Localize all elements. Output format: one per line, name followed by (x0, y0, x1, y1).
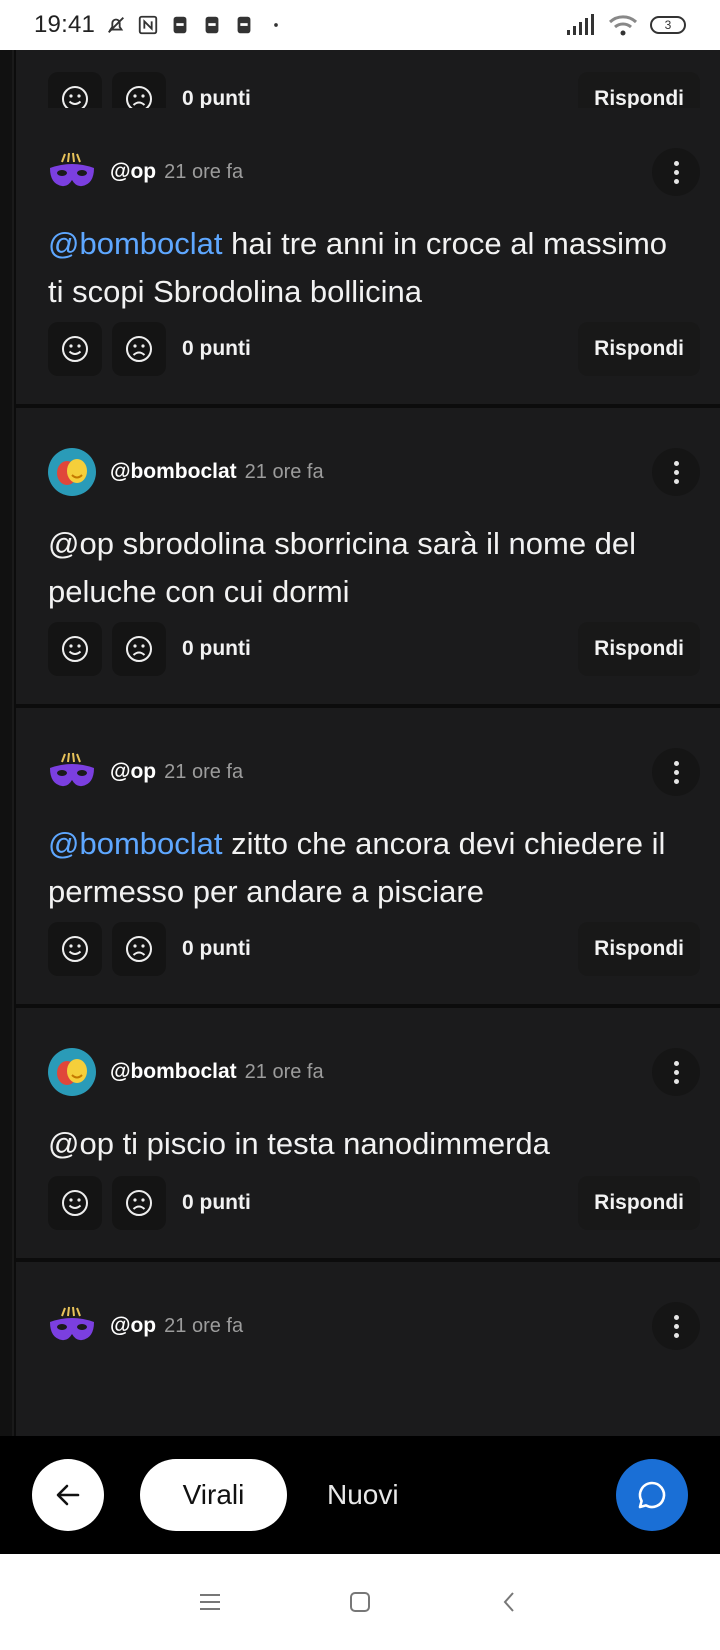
more-vert-icon (673, 1314, 679, 1320)
reply-button[interactable]: Rispondi (578, 922, 700, 976)
back-chevron-icon[interactable] (497, 1589, 523, 1615)
thread-rail (0, 50, 14, 1436)
tab-virali[interactable]: Virali (140, 1459, 287, 1531)
avatar[interactable] (48, 748, 96, 796)
back-arrow-icon (56, 1484, 80, 1506)
reply-button[interactable]: Rispondi (578, 622, 700, 676)
signal-icon (567, 14, 594, 35)
points-label: 0 punti (182, 937, 251, 960)
tab-nuovi[interactable]: Nuovi (327, 1459, 399, 1531)
comment-time: 21 ore fa (244, 1060, 324, 1083)
comment-author[interactable]: @bomboclat (110, 1060, 237, 1084)
more-vert-icon (673, 160, 679, 166)
nfc-icon (138, 15, 158, 35)
upvote-button[interactable] (48, 622, 102, 676)
upvote-button[interactable] (48, 922, 102, 976)
new-comment-button[interactable] (616, 1459, 688, 1531)
more-options-button[interactable] (652, 148, 700, 196)
comment-text: @op ti piscio in testa nanodimmerda (48, 1126, 550, 1161)
points-label: 0 punti (182, 637, 251, 660)
points-label: 0 punti (182, 1191, 251, 1214)
chat-bubble-icon (638, 1481, 666, 1509)
mask-avatar-icon (50, 752, 94, 787)
smile-icon (62, 336, 88, 362)
comment-actions: 0 punti Rispondi (48, 1176, 700, 1230)
comment-author[interactable]: @bomboclat (110, 460, 237, 484)
comment-card: @op 21 ore fa (16, 1262, 720, 1436)
comment-text: @op sbrodolina sborricina sarà il nome d… (48, 526, 637, 609)
avatar[interactable] (48, 448, 96, 496)
theatre-avatar-icon (57, 1059, 87, 1085)
downvote-button[interactable] (112, 322, 166, 376)
upvote-button[interactable] (48, 1176, 102, 1230)
sim-icon (205, 16, 219, 34)
comment-card: @op 21 ore fa @bomboclat zitto che ancor… (16, 708, 720, 1004)
frown-icon (126, 336, 152, 362)
bottom-bar: Virali Nuovi (0, 1436, 720, 1554)
comment-time: 21 ore fa (244, 460, 324, 483)
comment-card: @op 21 ore fa @bomboclat hai tre anni in… (16, 108, 720, 404)
mask-avatar-icon (50, 152, 94, 187)
status-left-icons (105, 14, 287, 36)
battery-indicator: 3 (650, 16, 686, 34)
comment-time: 21 ore fa (164, 760, 244, 783)
comment-actions: 0 punti Rispondi (48, 622, 700, 676)
mention-link[interactable]: @bomboclat (48, 226, 223, 261)
back-button[interactable] (32, 1459, 104, 1531)
downvote-button[interactable] (112, 922, 166, 976)
more-options-button[interactable] (652, 448, 700, 496)
comment-header: @bomboclat 21 ore fa (48, 448, 324, 496)
menu-icon[interactable] (197, 1591, 223, 1613)
dot-icon (274, 23, 278, 27)
upvote-button[interactable] (48, 322, 102, 376)
comment-card: @bomboclat 21 ore fa @op ti piscio in te… (16, 1008, 720, 1258)
system-navigation (0, 1554, 720, 1650)
comment-author[interactable]: @op (110, 1314, 156, 1338)
comment-feed[interactable]: 0 punti Rispondi @op 21 ore fa @bombocla… (0, 50, 720, 1436)
status-time: 19:41 (34, 11, 96, 38)
downvote-button[interactable] (112, 622, 166, 676)
comment-author[interactable]: @op (110, 160, 156, 184)
more-options-button[interactable] (652, 1048, 700, 1096)
comment-header: @op 21 ore fa (48, 148, 243, 196)
mask-avatar-icon (50, 1306, 94, 1341)
comment-text: @bomboclat hai tre anni in croce al mass… (48, 226, 668, 309)
comment-actions: 0 punti Rispondi (48, 922, 700, 976)
more-vert-icon (673, 460, 679, 466)
home-square-icon[interactable] (347, 1589, 373, 1615)
comment-author[interactable]: @op (110, 760, 156, 784)
avatar[interactable] (48, 1048, 96, 1096)
downvote-button[interactable] (112, 1176, 166, 1230)
reply-button[interactable]: Rispondi (578, 1176, 700, 1230)
comment-actions: 0 punti Rispondi (48, 322, 700, 376)
comment-text: @bomboclat zitto che ancora devi chieder… (48, 826, 666, 909)
more-options-button[interactable] (652, 748, 700, 796)
smile-icon (62, 936, 88, 962)
comment-time: 21 ore fa (164, 1314, 244, 1337)
avatar[interactable] (48, 1302, 96, 1350)
sim-icon (173, 16, 187, 34)
frown-icon (126, 1190, 152, 1216)
wifi-icon (608, 15, 638, 36)
more-options-button[interactable] (652, 1302, 700, 1350)
theatre-avatar-icon (57, 459, 87, 485)
comment-header: @bomboclat 21 ore fa (48, 1048, 324, 1096)
reply-button[interactable]: Rispondi (578, 322, 700, 376)
frown-icon (126, 936, 152, 962)
mention-link[interactable]: @bomboclat (48, 826, 223, 861)
sim-icon (237, 16, 251, 34)
more-vert-icon (673, 1060, 679, 1066)
more-vert-icon (673, 760, 679, 766)
points-label: 0 punti (182, 337, 251, 360)
frown-icon (126, 636, 152, 662)
comment-header: @op 21 ore fa (48, 748, 243, 796)
comment-header: @op 21 ore fa (48, 1302, 243, 1350)
smile-icon (62, 636, 88, 662)
mute-bell-icon (108, 17, 125, 33)
smile-icon (62, 1190, 88, 1216)
avatar[interactable] (48, 148, 96, 196)
comment-time: 21 ore fa (164, 160, 244, 183)
comment-card: @bomboclat 21 ore fa @op sbrodolina sbor… (16, 408, 720, 704)
status-bar: 19:41 3 (0, 0, 720, 50)
